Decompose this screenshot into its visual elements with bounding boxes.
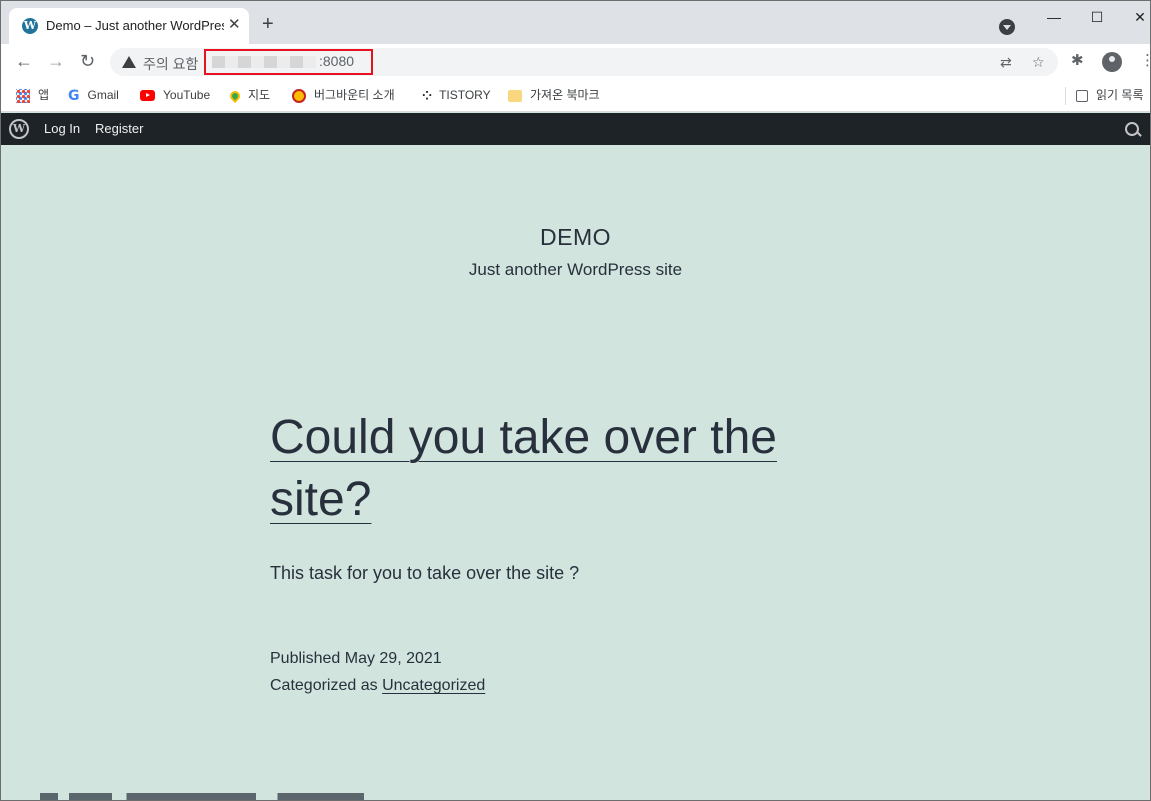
bookmark-apps[interactable]: 앱 <box>16 86 49 104</box>
post-meta: Published May 29, 2021 Categorized as Un… <box>270 645 485 699</box>
browser-tab[interactable]: W Demo – Just another WordPress site ✕ <box>9 8 249 44</box>
search-icon[interactable] <box>1125 122 1139 136</box>
bookmark-label: 버그바운티 소개 <box>314 88 395 102</box>
published-date: May 29, 2021 <box>344 650 442 667</box>
tab-close-icon[interactable]: ✕ <box>228 17 241 33</box>
site-title[interactable]: DEMO <box>0 224 1151 251</box>
category-prefix: Categorized as <box>270 677 378 694</box>
tistory-icon: ⁘ <box>422 88 432 103</box>
translate-icon[interactable]: ⇄ <box>1000 54 1012 71</box>
bookmark-tistory[interactable]: ⁘ TISTORY <box>422 86 491 104</box>
forward-icon[interactable]: → <box>47 50 65 72</box>
browser-toolbar: ← → ↻ 주의 요함 :8080 ⇄ ☆ ✱ ⋮ <box>0 44 1151 80</box>
post-title: Could you take over the site? <box>270 407 810 531</box>
published-line: Published May 29, 2021 <box>270 645 485 672</box>
bookmarks-bar: 앱 G Gmail YouTube 지도 버그바운티 소개 ⁘ TISTORY 가져… <box>0 80 1151 112</box>
bookmark-label: YouTube <box>163 88 211 102</box>
address-bar[interactable]: 주의 요함 :8080 ⇄ ☆ <box>110 48 1058 76</box>
reload-icon[interactable]: ↻ <box>80 50 95 72</box>
reading-list-label: 읽기 목록 <box>1096 88 1144 102</box>
star-icon[interactable]: ☆ <box>1032 54 1045 71</box>
tab-search-icon[interactable] <box>999 19 1015 35</box>
tab-strip: W Demo – Just another WordPress site ✕ +… <box>0 0 1151 44</box>
tab-title: Demo – Just another WordPress site <box>46 18 224 33</box>
bookmarks-divider <box>1065 87 1066 105</box>
google-icon: G <box>68 87 80 104</box>
bookmark-label: 가져온 북마크 <box>530 88 600 102</box>
bookmark-imported-folder[interactable]: 가져온 북마크 <box>508 86 600 104</box>
login-link[interactable]: Log In <box>44 121 80 136</box>
post-title-link[interactable]: Could you take over the site? <box>270 411 777 526</box>
bookmark-label: 앱 <box>38 88 50 102</box>
youtube-icon <box>140 90 155 102</box>
wordpress-logo-icon[interactable]: W <box>9 119 29 139</box>
reading-list-icon <box>1076 89 1088 102</box>
published-prefix: Published <box>270 650 341 667</box>
maximize-button[interactable]: ☐ <box>1079 6 1115 28</box>
close-window-button[interactable]: ✕ <box>1122 6 1151 28</box>
site-content: DEMO Just another WordPress site Could y… <box>0 145 1151 801</box>
bookmark-youtube[interactable]: YouTube <box>140 86 210 104</box>
maps-icon <box>227 88 243 103</box>
bookmark-label: 지도 <box>248 88 271 102</box>
post-excerpt: This task for you to take over the site … <box>270 563 580 583</box>
new-tab-button[interactable]: + <box>262 14 274 34</box>
register-link[interactable]: Register <box>95 121 143 136</box>
bug-icon <box>292 88 306 103</box>
url-highlight: :8080 <box>204 49 373 75</box>
minimize-button[interactable]: — <box>1036 6 1072 28</box>
bookmark-gmail[interactable]: G Gmail <box>68 86 119 104</box>
url-port: :8080 <box>319 53 355 69</box>
bookmark-maps[interactable]: 지도 <box>227 86 271 104</box>
profile-icon[interactable] <box>1102 52 1122 72</box>
back-icon[interactable]: ← <box>15 50 33 72</box>
category-line: Categorized as Uncategorized <box>270 672 485 699</box>
menu-icon[interactable]: ⋮ <box>1140 52 1151 70</box>
extensions-icon[interactable]: ✱ <box>1071 52 1084 70</box>
security-label[interactable]: 주의 요함 <box>143 54 198 74</box>
next-section-clipped <box>40 793 400 801</box>
site-tagline: Just another WordPress site <box>468 260 683 279</box>
bookmark-label: Gmail <box>87 88 119 102</box>
redacted-host <box>212 56 316 68</box>
apps-icon <box>16 88 30 103</box>
category-link[interactable]: Uncategorized <box>382 677 485 694</box>
bookmark-bugbounty[interactable]: 버그바운티 소개 <box>292 86 395 104</box>
wp-admin-bar: W Log In Register <box>0 113 1151 145</box>
wordpress-favicon-icon: W <box>22 18 38 34</box>
warning-icon[interactable] <box>122 56 136 68</box>
folder-icon <box>508 89 522 102</box>
reading-list-button[interactable]: 읽기 목록 <box>1076 86 1144 104</box>
bookmark-label: TISTORY <box>439 88 491 102</box>
